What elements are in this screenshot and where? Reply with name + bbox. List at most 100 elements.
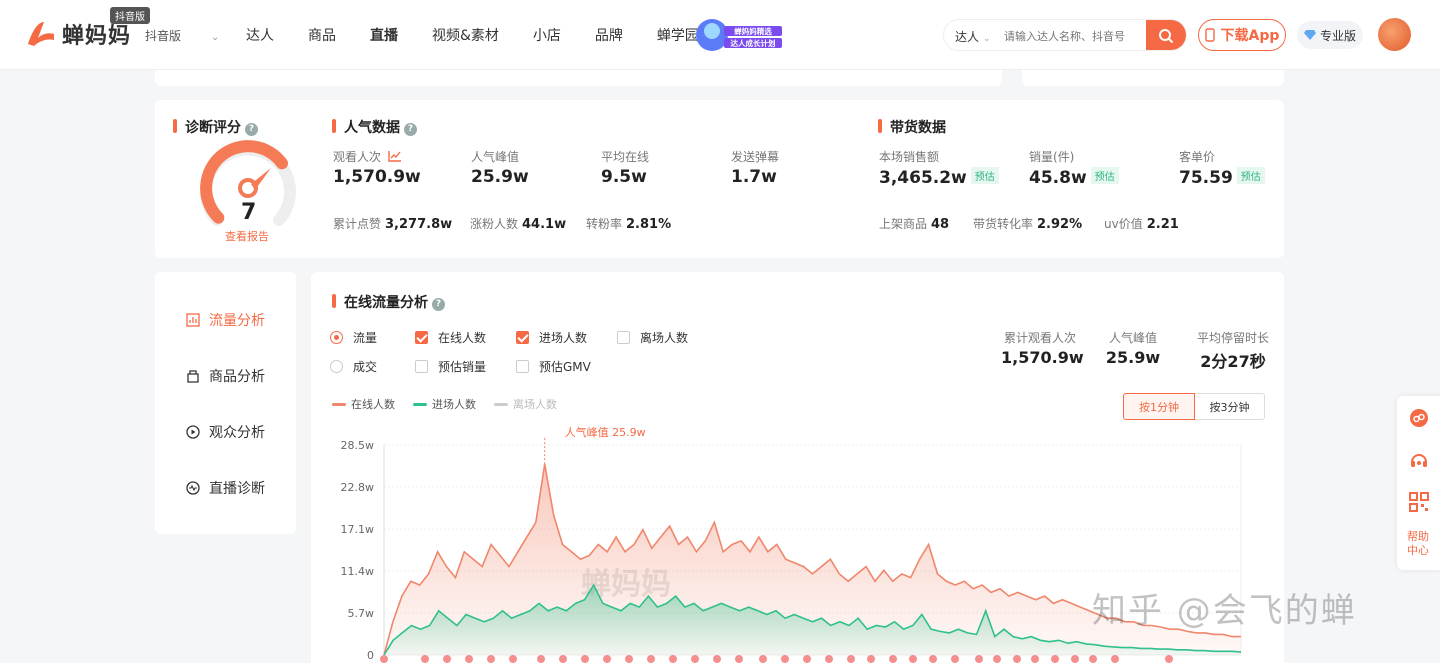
option-deal[interactable]: 成交 xyxy=(330,358,377,375)
platform-select[interactable]: 抖音版 ⌄ xyxy=(145,27,219,44)
help-icon[interactable]: ? xyxy=(432,298,445,311)
legend-swatch xyxy=(413,402,427,406)
option-leave[interactable]: 离场人数 xyxy=(617,329,688,346)
metric-value: 9.5w xyxy=(601,167,647,187)
option-label: 流量 xyxy=(353,331,378,345)
gauge-needle xyxy=(251,168,271,190)
y-tick-label: 5.7w xyxy=(348,607,375,620)
stat-label: 平均停留时长 xyxy=(1196,331,1269,345)
diagnosis-icon xyxy=(186,481,200,495)
x-axis-event-marker xyxy=(735,655,743,663)
view-report-link[interactable]: 查看报告 xyxy=(225,228,269,244)
nav-item-video[interactable]: 视频&素材 xyxy=(432,25,499,45)
metric-label: 观看人次 xyxy=(333,150,382,164)
popularity-title: 人气数据? xyxy=(332,117,417,137)
search-input[interactable] xyxy=(1004,26,1134,46)
option-label: 离场人数 xyxy=(640,331,689,345)
prev-card-bottom-right xyxy=(1022,70,1284,86)
metric-avg-online: 平均在线 9.5w xyxy=(601,148,649,187)
option-est-gmv[interactable]: 预估GMV xyxy=(516,358,591,375)
search-type-select[interactable]: 达人 ⌄ xyxy=(955,28,991,45)
sidebar-item-traffic[interactable]: 流量分析 xyxy=(186,310,265,330)
stat-label: 带货转化率 xyxy=(973,217,1034,231)
stat-label: 累计点赞 xyxy=(333,217,382,231)
promo-banner[interactable]: 蝉妈妈精选 达人成长计划 xyxy=(690,17,786,53)
main-nav: 达人 商品 直播 视频&素材 小店 品牌 蝉学园 xyxy=(246,25,733,45)
avatar[interactable] xyxy=(1378,18,1411,51)
chevron-down-icon: ⌄ xyxy=(983,34,991,44)
legend-label: 离场人数 xyxy=(513,398,557,411)
legend-item-online[interactable]: 在线人数 xyxy=(332,396,395,412)
diagnosis-score: 7 xyxy=(241,200,257,225)
option-label: 预估销量 xyxy=(438,360,487,374)
analysis-sidebar: 流量分析 商品分析 观众分析 直播诊断 xyxy=(155,272,296,534)
diamond-icon xyxy=(1303,30,1316,40)
y-tick-label: 0 xyxy=(367,649,374,662)
help-icon[interactable]: ? xyxy=(245,123,258,136)
help-center-link[interactable]: 帮助中心 xyxy=(1406,530,1430,558)
option-traffic[interactable]: 流量 xyxy=(330,329,377,346)
x-axis-event-marker xyxy=(559,655,567,663)
mini-program-icon[interactable] xyxy=(1409,408,1429,428)
option-enter[interactable]: 进场人数 xyxy=(516,329,587,346)
legend-item-enter[interactable]: 进场人数 xyxy=(413,396,476,412)
x-axis-event-marker xyxy=(803,655,811,663)
pro-version-button[interactable]: 专业版 xyxy=(1297,21,1363,49)
nav-item-goods[interactable]: 商品 xyxy=(308,25,336,45)
toggle-3min[interactable]: 按3分钟 xyxy=(1195,393,1265,420)
legend-swatch xyxy=(494,402,508,406)
x-axis-event-marker xyxy=(603,655,611,663)
option-online[interactable]: 在线人数 xyxy=(415,329,486,346)
search-button[interactable] xyxy=(1146,20,1186,50)
x-axis-event-marker xyxy=(951,655,959,663)
trend-chart-icon[interactable] xyxy=(388,150,402,162)
metric-sales-qty: 销量(件) 45.8w 预估 xyxy=(1029,148,1119,188)
stat-value: 2.92% xyxy=(1037,217,1083,232)
x-axis-event-marker xyxy=(380,655,388,663)
promo-graphic-icon: 蝉妈妈精选 达人成长计划 xyxy=(696,19,782,51)
estimate-badge: 预估 xyxy=(1090,167,1119,184)
qr-code-icon[interactable] xyxy=(1409,492,1429,512)
nav-item-live[interactable]: 直播 xyxy=(370,25,398,45)
toggle-1min[interactable]: 按1分钟 xyxy=(1123,393,1195,420)
nav-item-brand[interactable]: 品牌 xyxy=(595,25,623,45)
metric-label: 人气峰值 xyxy=(471,150,520,164)
nav-item-shop[interactable]: 小店 xyxy=(533,25,561,45)
metric-unit-price: 客单价 75.59 预估 xyxy=(1179,148,1265,188)
sidebar-item-goods[interactable]: 商品分析 xyxy=(186,366,265,386)
stat-label: 上架商品 xyxy=(879,217,928,231)
nav-item-kol[interactable]: 达人 xyxy=(246,25,274,45)
sidebar-item-audience[interactable]: 观众分析 xyxy=(186,422,265,442)
option-label: 成交 xyxy=(353,360,378,374)
option-est-sales[interactable]: 预估销量 xyxy=(415,358,486,375)
stat-label: 涨粉人数 xyxy=(470,217,519,231)
x-axis-event-marker xyxy=(975,655,983,663)
x-axis-event-marker xyxy=(889,655,897,663)
stat-value: 44.1w xyxy=(522,217,567,232)
legend-label: 在线人数 xyxy=(351,398,395,411)
metric-value: 75.59 xyxy=(1179,168,1233,188)
stat-label: 累计观看人次 xyxy=(1003,331,1076,345)
sidebar-item-diagnosis[interactable]: 直播诊断 xyxy=(186,478,265,498)
legend-item-leave[interactable]: 离场人数 xyxy=(494,396,557,412)
stat-avg-stay: 平均停留时长 2分27秒 xyxy=(1191,329,1275,372)
option-label: 进场人数 xyxy=(539,331,588,345)
sales-title: 带货数据 xyxy=(878,117,946,137)
x-axis-event-marker xyxy=(509,655,517,663)
y-tick-label: 22.8w xyxy=(341,481,375,494)
chevron-down-icon: ⌄ xyxy=(211,32,220,43)
x-axis-event-marker xyxy=(1111,655,1119,663)
x-axis-event-marker xyxy=(669,655,677,663)
download-app-button[interactable]: 下载App xyxy=(1198,19,1286,51)
summary-card: 诊断评分? 7 查看报告 人气数据? 观看人次 1,570.9w 人气峰值 25.… xyxy=(155,100,1284,258)
stat-uv-value: uv价值 2.21 xyxy=(1104,215,1179,232)
help-icon[interactable]: ? xyxy=(404,123,417,136)
metric-label: 平均在线 xyxy=(601,150,650,164)
y-tick-label: 17.1w xyxy=(341,523,375,536)
radio-unchecked xyxy=(330,360,343,373)
legend-label: 进场人数 xyxy=(432,398,476,411)
x-axis-event-marker xyxy=(625,655,633,663)
customer-service-icon[interactable] xyxy=(1409,451,1429,471)
search-box: 达人 ⌄ xyxy=(943,19,1187,51)
prev-card-bottom xyxy=(155,70,1002,86)
